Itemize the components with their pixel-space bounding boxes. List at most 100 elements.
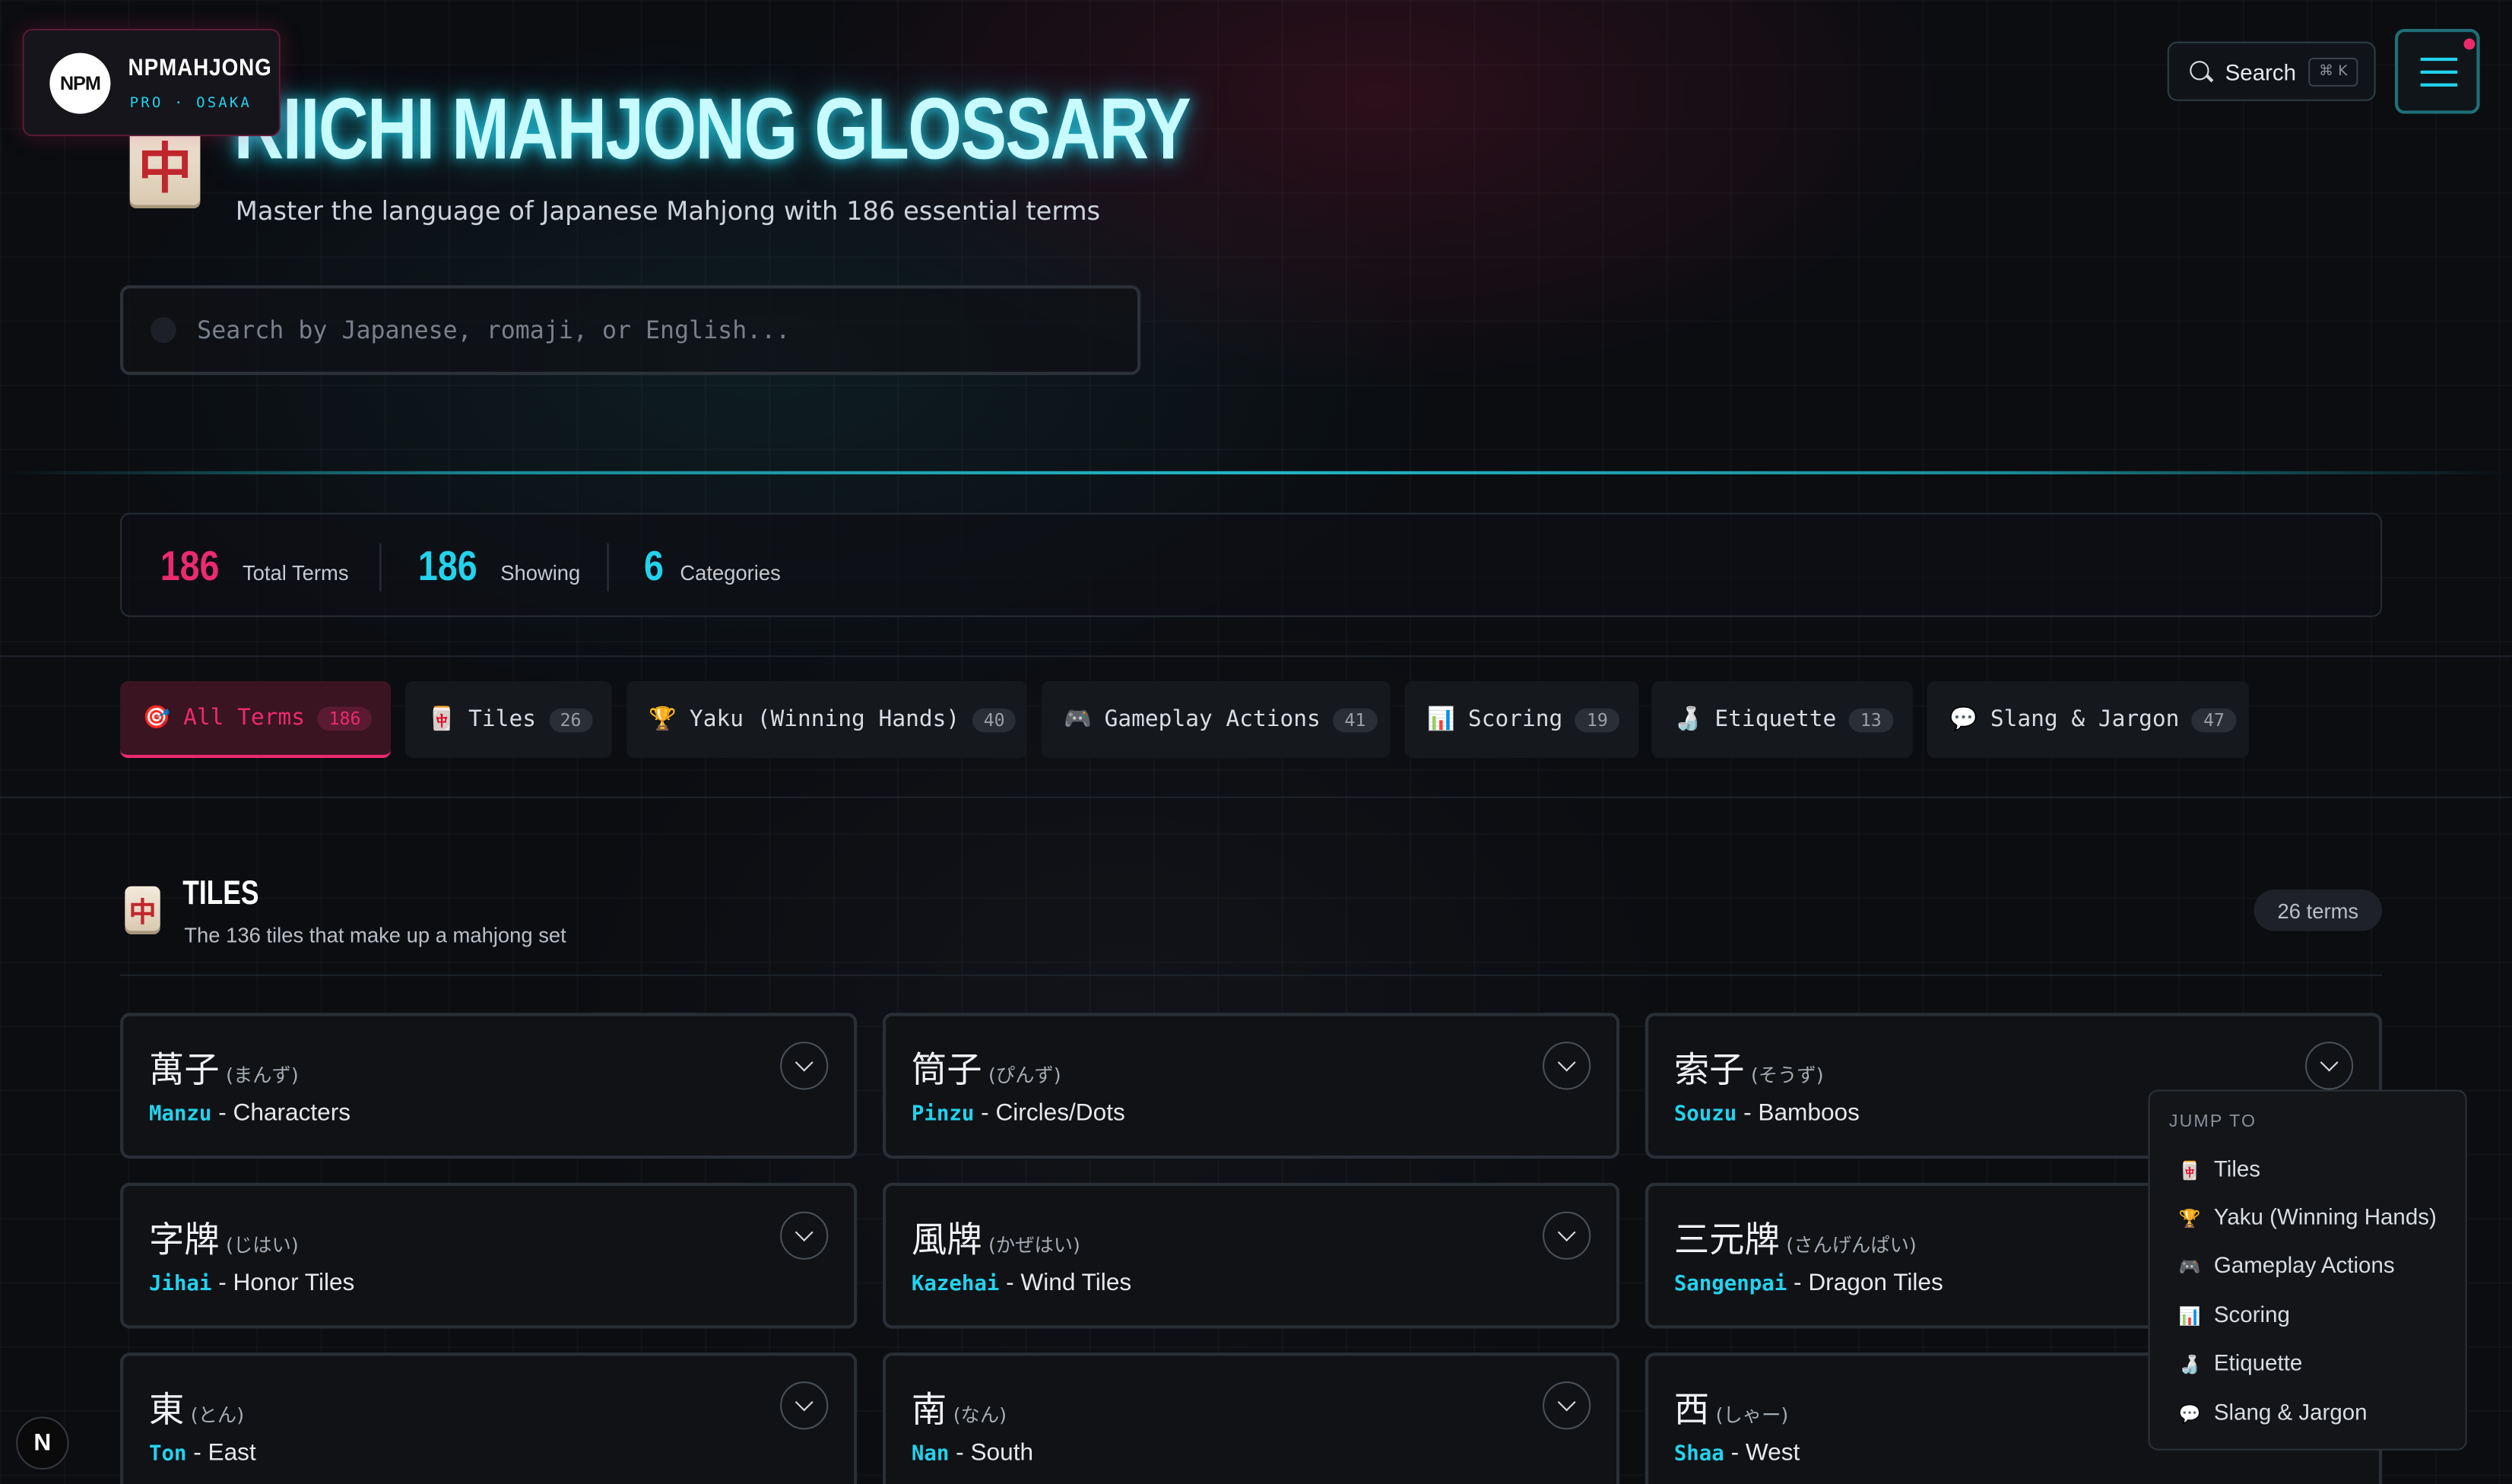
tab-label: Yaku (Winning Hands) <box>689 706 960 733</box>
term-kana: (まんず) <box>226 1064 299 1087</box>
tab-scoring[interactable]: 📊 Scoring 19 <box>1404 680 1639 759</box>
chevron-down-icon[interactable] <box>780 1211 829 1260</box>
dev-tools-badge[interactable]: N <box>16 1416 69 1470</box>
stat-separator <box>379 543 382 591</box>
term-kana: (とん) <box>190 1403 245 1427</box>
term-card[interactable]: 筒子 (ぴんず) Pinzu - Circles/Dots <box>882 1013 1620 1159</box>
trophy-icon: 🏆 <box>649 706 677 733</box>
jump-item-scoring[interactable]: 📊 Scoring <box>2179 1302 2290 1327</box>
glossary-search-input[interactable]: Search by Japanese, romaji, or English..… <box>120 285 1141 376</box>
keyboard-shortcut-badge: ⌘ K <box>2308 57 2358 87</box>
term-kana: (そうず) <box>1750 1064 1824 1087</box>
term-romaji: Jihai <box>148 1272 212 1297</box>
sake-icon: 🍶 <box>2178 1356 2201 1375</box>
tab-count: 40 <box>972 707 1017 732</box>
tab-label: Gameplay Actions <box>1104 706 1321 733</box>
term-card[interactable]: 字牌 (じはい) Jihai - Honor Tiles <box>120 1182 858 1329</box>
chevron-down-icon[interactable] <box>1543 1381 1591 1430</box>
chevron-down-icon[interactable] <box>1543 1042 1591 1090</box>
chevron-down-icon[interactable] <box>780 1381 829 1430</box>
term-card[interactable]: 萬子 (まんず) Manzu - Characters <box>120 1013 858 1159</box>
tab-slang-jargon[interactable]: 💬 Slang & Jargon 47 <box>1927 680 2250 759</box>
stat-showing: 186 Showing <box>418 542 580 591</box>
term-japanese: 字牌 <box>148 1221 220 1261</box>
search-placeholder: Search by Japanese, romaji, or English..… <box>197 316 791 345</box>
brand-logo: NPM <box>49 52 111 114</box>
page-subtitle: Master the language of Japanese Mahjong … <box>235 195 1101 227</box>
jump-item-tiles[interactable]: 🀄 Tiles <box>2179 1156 2261 1181</box>
term-kana: (さんげんぱい) <box>1786 1234 1917 1257</box>
term-romaji: Shaa <box>1673 1442 1724 1467</box>
tab-all-terms[interactable]: 🎯 All Terms 186 <box>120 680 392 759</box>
section-title: TILES <box>182 874 259 912</box>
term-english: - Characters <box>218 1099 351 1127</box>
term-card[interactable]: 南 (なん) Nan - South <box>882 1352 1620 1484</box>
gamepad-icon: 🎮 <box>2178 1257 2201 1278</box>
chevron-down-icon[interactable] <box>2304 1042 2354 1090</box>
speech-bubble-icon: 💬 <box>2178 1405 2201 1425</box>
jump-item-etiquette[interactable]: 🍶 Etiquette <box>2179 1349 2303 1375</box>
stat-label: Total Terms <box>242 560 349 585</box>
term-english: - South <box>956 1438 1034 1467</box>
stat-categories: 6 Categories <box>644 542 781 591</box>
tab-count: 13 <box>1849 707 1893 732</box>
term-japanese: 萬子 <box>148 1051 220 1092</box>
stat-separator <box>607 543 609 591</box>
stat-total: 186 Total Terms <box>160 542 349 591</box>
term-romaji: Ton <box>148 1442 187 1467</box>
mahjong-tile-icon: 🀄 <box>427 706 456 733</box>
menu-button[interactable] <box>2394 28 2480 114</box>
tab-tiles[interactable]: 🀄 Tiles 26 <box>405 680 612 759</box>
term-card[interactable]: 風牌 (かぜはい) Kazehai - Wind Tiles <box>882 1182 1620 1329</box>
jump-to-menu: JUMP TO 🀄 Tiles 🏆 Yaku (Winning Hands) 🎮 Ga… <box>2148 1089 2467 1451</box>
tab-label: Scoring <box>1467 706 1563 733</box>
term-card[interactable]: 東 (とん) Ton - East <box>120 1352 858 1484</box>
tab-gameplay-actions[interactable]: 🎮 Gameplay Actions 41 <box>1041 680 1391 759</box>
gamepad-icon: 🎮 <box>1064 706 1092 733</box>
top-search-label: Search <box>2225 59 2297 85</box>
speech-bubble-icon: 💬 <box>1949 706 1978 733</box>
term-kana: (ぴんず) <box>988 1064 1061 1087</box>
stat-value: 6 <box>644 541 664 590</box>
tab-etiquette[interactable]: 🍶 Etiquette 13 <box>1651 680 1913 759</box>
target-icon: 🎯 <box>142 705 171 731</box>
term-english: - Bamboos <box>1743 1099 1860 1127</box>
term-english: - Circles/Dots <box>981 1099 1125 1127</box>
chevron-down-icon[interactable] <box>780 1042 829 1090</box>
jump-item-yaku[interactable]: 🏆 Yaku (Winning Hands) <box>2179 1203 2437 1229</box>
tab-yaku[interactable]: 🏆 Yaku (Winning Hands) 40 <box>626 680 1027 759</box>
brand-card[interactable]: NPM NPMAHJONG PRO · OSAKA <box>22 28 281 137</box>
bar-chart-icon: 📊 <box>1427 706 1456 733</box>
term-kana: (なん) <box>953 1403 1007 1427</box>
jump-item-slang-jargon[interactable]: 💬 Slang & Jargon <box>2179 1399 2368 1425</box>
top-search-button[interactable]: Search ⌘ K <box>2167 41 2376 101</box>
brand-tagline: PRO · OSAKA <box>129 96 252 113</box>
term-japanese: 筒子 <box>911 1051 982 1092</box>
hamburger-icon <box>2420 57 2458 62</box>
mahjong-tile-icon: 🀄 <box>2178 1162 2201 1181</box>
term-english: - West <box>1730 1438 1800 1467</box>
page-title: RIICHI MAHJONG GLOSSARY <box>233 81 1191 178</box>
tab-label: All Terms <box>183 705 305 731</box>
divider <box>0 655 2512 658</box>
sake-icon: 🍶 <box>1673 706 1702 733</box>
stat-value: 186 <box>160 541 220 590</box>
term-english: - Honor Tiles <box>218 1269 355 1297</box>
tab-count: 26 <box>548 707 593 732</box>
tab-count: 41 <box>1333 707 1378 732</box>
term-japanese: 南 <box>911 1390 947 1432</box>
tab-count: 19 <box>1575 707 1619 732</box>
term-romaji: Manzu <box>148 1102 212 1127</box>
term-romaji: Souzu <box>1673 1102 1737 1127</box>
chevron-down-icon[interactable] <box>1543 1211 1591 1260</box>
mahjong-tile-icon: 中 <box>125 886 160 931</box>
tab-label: Slang & Jargon <box>1990 706 2180 733</box>
jump-item-gameplay-actions[interactable]: 🎮 Gameplay Actions <box>2179 1251 2395 1277</box>
term-english: - Dragon Tiles <box>1794 1269 1943 1297</box>
search-icon <box>2190 61 2209 81</box>
divider <box>0 796 2512 798</box>
stat-label: Categories <box>680 560 781 585</box>
section-count-badge: 26 terms <box>2254 889 2383 931</box>
bar-chart-icon: 📊 <box>2178 1308 2201 1327</box>
brand-name: NPMAHJONG <box>128 54 272 82</box>
